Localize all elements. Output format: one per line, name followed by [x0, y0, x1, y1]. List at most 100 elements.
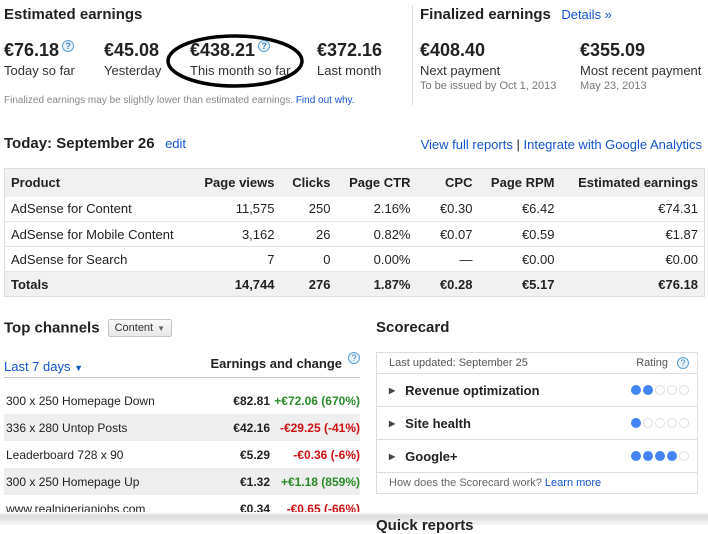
scorecard-title: Scorecard — [376, 319, 450, 336]
totals-row: Totals 14,744 276 1.87% €0.28 €5.17 €76.18 — [4, 271, 705, 297]
metric-label: Last month — [317, 63, 382, 78]
table-cell: 2.16% — [336, 196, 417, 222]
rating-dot-icon — [679, 451, 689, 461]
scorecard-item-label: Site health — [405, 415, 471, 431]
channel-row[interactable]: 300 x 250 Homepage Up €1.32 +€1.18 (859%) — [4, 468, 360, 495]
column-header[interactable]: Page CTR — [336, 168, 417, 197]
help-icon[interactable]: ? — [677, 357, 689, 369]
column-header[interactable]: CPC — [416, 168, 479, 197]
table-cell: €0.00 — [560, 246, 705, 272]
help-icon[interactable]: ? — [62, 40, 75, 52]
scorecard-header: Last updated: September 25 Rating? — [377, 353, 697, 374]
channel-name: 336 x 280 Untop Posts — [6, 420, 128, 435]
table-cell: AdSense for Search — [4, 246, 193, 272]
table-row: AdSense for Mobile Content 3,162 26 0.82% €0… — [4, 221, 705, 247]
totals-cell: Totals — [4, 271, 193, 297]
scorecard-item[interactable]: ▶ Revenue optimization — [377, 374, 697, 407]
metric-value: €45.08 — [104, 40, 160, 60]
channel-row[interactable]: 336 x 280 Untop Posts €42.16 -€29.25 (-41%… — [4, 414, 360, 441]
date-range-dropdown[interactable]: Last 7 days ▼ — [4, 359, 83, 374]
metric-label: Yesterday — [104, 63, 162, 78]
channel-change: +€1.18 (859%) — [280, 474, 360, 489]
column-header[interactable]: Page RPM — [478, 168, 561, 197]
column-header[interactable]: Clicks — [280, 168, 337, 197]
scorecard-item[interactable]: ▶ Google+ — [377, 440, 697, 473]
table-cell: AdSense for Mobile Content — [4, 221, 193, 247]
table-row: AdSense for Search 7 0 0.00% — €0.00 €0.00 — [4, 246, 705, 272]
totals-cell: €76.18 — [560, 271, 705, 297]
channel-earnings: €5.29 — [239, 447, 270, 462]
rating-dot-icon — [655, 418, 665, 428]
expand-triangle-icon[interactable]: ▶ — [389, 452, 395, 461]
expand-triangle-icon[interactable]: ▶ — [389, 419, 395, 428]
table-cell: €0.00 — [478, 246, 561, 272]
chevron-down-icon: ▼ — [157, 324, 166, 333]
channel-name: 300 x 250 Homepage Up — [6, 474, 140, 489]
rating-dot-icon — [679, 418, 689, 428]
view-full-reports-link[interactable]: View full reports — [421, 137, 513, 152]
rating-label: Rating — [636, 357, 668, 369]
channels-list: 300 x 250 Homepage Down €82.81 +€72.06 (67… — [4, 387, 360, 522]
metric-label: Most recent payment — [580, 63, 702, 78]
estimated-earnings-title: Estimated earnings — [4, 6, 143, 23]
table-cell: €0.59 — [478, 221, 561, 247]
products-table: Product Page views Clicks Page CTR CPC Page R… — [4, 168, 705, 297]
table-cell: AdSense for Content — [4, 196, 193, 222]
metric-today: €76.18? Today so far — [4, 40, 75, 78]
table-cell: 7 — [192, 246, 281, 272]
bottom-shadow — [0, 512, 708, 525]
rating-dot-icon — [655, 451, 665, 461]
channel-change: -€0.36 (-6%) — [293, 447, 360, 462]
find-out-why-link[interactable]: Find out why. — [296, 95, 355, 106]
metric-sub: May 23, 2013 — [580, 80, 647, 92]
column-header[interactable]: Product — [4, 168, 193, 197]
date-range-label: Last 7 days — [4, 359, 71, 374]
table-cell: 250 — [280, 196, 337, 222]
integrate-analytics-link[interactable]: Integrate with Google Analytics — [524, 137, 703, 152]
highlight-circle-annotation — [166, 34, 304, 88]
details-link[interactable]: Details » — [561, 7, 612, 22]
rating-dot-icon — [643, 451, 653, 461]
totals-cell: 14,744 — [192, 271, 281, 297]
table-cell: 3,162 — [192, 221, 281, 247]
channel-earnings: €1.32 — [239, 474, 270, 489]
last-updated: Last updated: September 25 — [389, 357, 528, 369]
divider — [412, 5, 413, 105]
channel-name: 300 x 250 Homepage Down — [6, 393, 155, 408]
expand-triangle-icon[interactable]: ▶ — [389, 386, 395, 395]
table-header-row: Product Page views Clicks Page CTR CPC Page R… — [4, 168, 705, 197]
help-icon[interactable]: ? — [348, 352, 360, 364]
metric-sub: To be issued by Oct 1, 2013 — [420, 80, 557, 92]
rating-dot-icon — [631, 451, 641, 461]
rating-dots — [631, 451, 689, 461]
edit-date-link[interactable]: edit — [165, 136, 186, 151]
column-header[interactable]: Estimated earnings — [560, 168, 705, 197]
table-cell: €0.30 — [416, 196, 479, 222]
channel-type-dropdown[interactable]: Content ▼ — [107, 319, 173, 337]
rating-dots — [631, 385, 689, 395]
top-channels-title: Top channels — [4, 319, 100, 337]
finalized-earnings-title: Finalized earnings — [420, 6, 551, 23]
table-cell: €0.07 — [416, 221, 479, 247]
scorecard-item[interactable]: ▶ Site health — [377, 407, 697, 440]
rating-dot-icon — [667, 418, 677, 428]
metric-label: Today so far — [4, 63, 75, 78]
quick-reports-title: Quick reports — [376, 517, 474, 534]
rating-dot-icon — [667, 385, 677, 395]
report-links: View full reports | Integrate with Googl… — [421, 137, 702, 152]
metric-label: Next payment — [420, 63, 501, 78]
channel-row[interactable]: 300 x 250 Homepage Down €82.81 +€72.06 (67… — [4, 387, 360, 414]
table-cell: 0.00% — [336, 246, 417, 272]
learn-more-link[interactable]: Learn more — [545, 477, 601, 489]
top-channels-header: Top channels Content ▼ — [4, 319, 173, 337]
table-cell: 0.82% — [336, 221, 417, 247]
totals-cell: €5.17 — [478, 271, 561, 297]
table-cell: 11,575 — [192, 196, 281, 222]
metric-yesterday: €45.08 Yesterday — [104, 40, 161, 78]
channel-row[interactable]: Leaderboard 728 x 90 €5.29 -€0.36 (-6%) — [4, 441, 360, 468]
scorecard-panel: Last updated: September 25 Rating? ▶ Reven… — [376, 352, 698, 494]
column-header[interactable]: Page views — [192, 168, 281, 197]
metric-recent-payment: €355.09 Most recent payment May 23, 2013 — [580, 40, 701, 92]
channel-name: Leaderboard 728 x 90 — [6, 447, 124, 462]
channel-earnings: €82.81 — [233, 393, 270, 408]
